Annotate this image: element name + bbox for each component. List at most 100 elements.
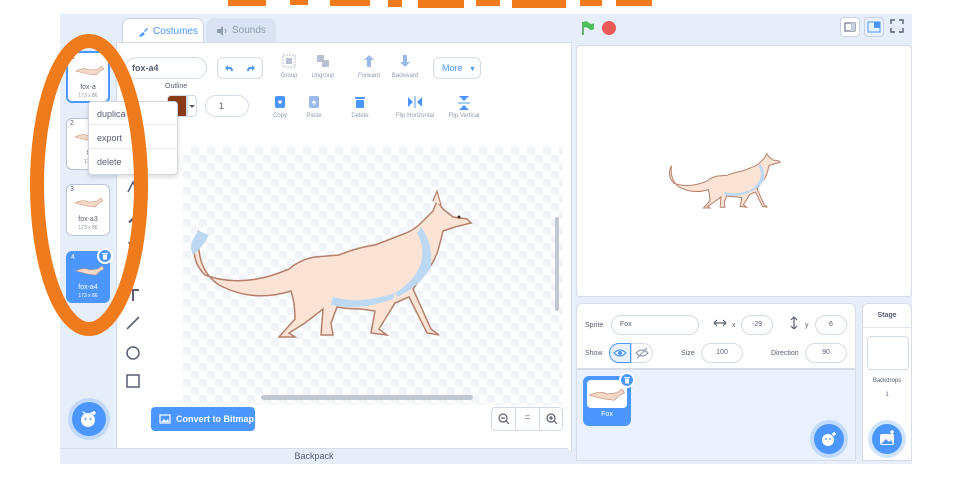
ungroup-icon[interactable] [315,53,331,69]
sprite-card-selected[interactable]: Fox [583,372,635,426]
menu-item-delete[interactable]: delete [89,150,177,173]
convert-to-bitmap-button[interactable]: Convert to Bitmap [151,407,255,431]
costume-item[interactable]: 1 fox-a 173 x 86 [66,51,110,103]
reshape-tool-icon[interactable] [125,179,141,195]
zoom-in-icon [546,413,558,425]
circle-tool-icon[interactable] [125,345,141,361]
eye-icon [613,349,627,357]
paste-icon[interactable] [307,95,321,109]
costume-size: 173 x 86 [78,293,98,299]
outline-label: Outline [165,83,188,90]
zoom-reset-button[interactable]: = [516,408,540,430]
fox-costume-drawing [191,189,473,338]
large-stage-icon [867,21,881,33]
canvas-horizontal-scrollbar[interactable] [261,395,473,400]
costume-number: 1 [71,54,75,61]
delete-costume-button[interactable] [97,248,113,264]
show-label: Show [585,350,603,357]
line-tool-icon[interactable] [125,315,141,331]
text-tool-icon[interactable] [125,287,141,303]
undo-icon[interactable] [224,63,236,75]
forward-label: Forward [357,73,380,79]
menu-item-duplicate[interactable]: duplica [89,102,177,125]
chevron-down-icon: ▼ [469,66,476,73]
outline-dropdown[interactable] [187,95,197,117]
backward-label: Backward [391,73,419,79]
small-stage-icon [844,22,856,32]
costume-name: fox-a4 [78,284,98,291]
brush-tool-icon[interactable] [125,209,141,225]
zoom-out-button[interactable] [492,408,516,430]
direction-input[interactable]: 90 [805,343,847,363]
zoom-controls: = [491,407,563,431]
costume-item-selected[interactable]: 4 fox-a4 173 x 86 [66,248,113,303]
y-input[interactable]: 6 [815,315,847,335]
choose-sprite-button[interactable] [814,424,844,454]
costume-name: fox-a [80,84,96,91]
add-costume-icon [81,411,96,427]
ungroup-label: Ungroup [311,73,335,79]
more-button[interactable]: More ▼ [433,57,481,79]
choose-costume-button[interactable] [72,402,106,436]
tab-costumes[interactable]: Costumes [122,18,204,44]
convert-label: Convert to Bitmap [176,414,255,424]
sprite-label: Sprite [585,322,604,329]
zoom-in-button[interactable] [540,408,564,430]
backpack-bar[interactable]: Backpack [60,448,568,464]
rectangle-tool-icon[interactable] [125,373,141,389]
forward-icon[interactable] [361,53,377,69]
menu-item-export[interactable]: export [89,126,177,149]
redo-icon[interactable] [244,63,256,75]
trash-icon [624,377,630,384]
tab-sounds[interactable]: Sounds [206,18,276,44]
fill-tool-icon[interactable] [125,257,141,273]
trash-icon[interactable] [353,95,367,109]
costume-name-input[interactable]: fox-a4 [125,57,207,79]
choose-backdrop-button[interactable] [872,424,902,454]
backdrops-label: Backdrops [872,378,902,384]
costume-number: 3 [70,186,74,193]
direction-label: Direction [771,350,799,357]
stage[interactable] [576,45,912,297]
size-input[interactable]: 100 [701,343,743,363]
y-label: y [805,322,809,329]
canvas-vertical-scrollbar[interactable] [555,217,559,311]
add-sprite-icon [822,432,836,446]
sprite-name-input[interactable]: Fox [611,315,699,335]
backward-icon[interactable] [397,53,413,69]
brush-icon [139,28,148,37]
sprite-info-panel: Sprite Fox x -29 y 6 Show Size 100 Direc… [576,303,856,369]
speaker-icon [217,26,227,36]
delete-sprite-button[interactable] [619,372,635,388]
delete-label: Delete [351,113,369,119]
paint-editor: fox-a4 Group Ungroup Forward Backward Mo… [116,42,572,452]
flip-vertical-icon[interactable] [457,95,471,111]
paste-label: Paste [306,113,322,119]
show-hidden-button[interactable] [631,343,653,363]
x-input[interactable]: -29 [741,315,773,335]
add-backdrop-icon [880,430,894,445]
fullscreen-button[interactable] [888,17,908,37]
stroke-width-input[interactable]: 1 [205,95,249,117]
show-visible-button[interactable] [609,343,631,363]
zoom-out-icon [497,413,509,425]
copy-icon[interactable] [273,95,287,109]
costume-number: 4 [71,254,75,261]
paint-canvas[interactable] [183,147,563,405]
costume-size: 173 x 86 [78,93,98,99]
small-stage-button[interactable] [840,17,860,37]
bitmap-icon [159,414,171,424]
tab-sounds-label: Sounds [232,25,266,36]
group-icon[interactable] [281,53,297,69]
horizontal-arrows-icon [713,319,727,327]
large-stage-button[interactable] [864,17,884,37]
green-flag-icon[interactable] [580,20,596,36]
stop-button[interactable] [602,21,616,35]
stage-title: Stage [863,304,911,328]
trash-icon [102,253,108,260]
eraser-tool-icon[interactable] [125,233,141,249]
fullscreen-icon [890,19,904,33]
costume-context-menu: duplica export delete [88,101,178,175]
costume-item[interactable]: 3 fox-a3 173 x 86 [66,184,110,236]
flip-horizontal-icon[interactable] [407,95,423,109]
